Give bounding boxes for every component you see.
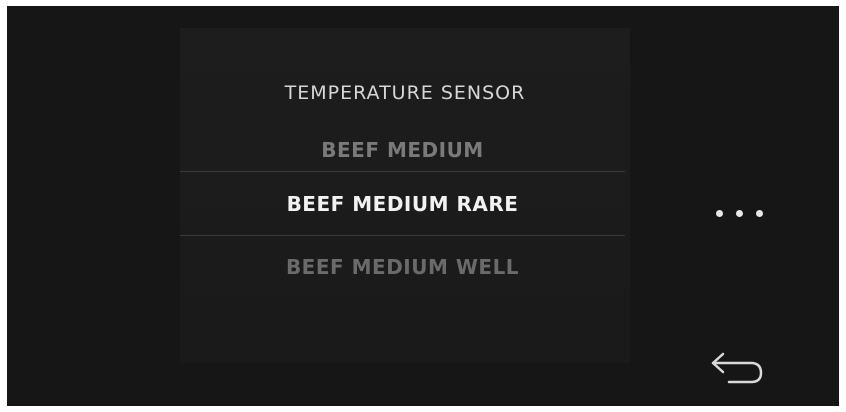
- more-options-button[interactable]: [714, 202, 768, 222]
- option-list: BEEF MEDIUM BEEF MEDIUM RARE BEEF MEDIUM…: [180, 128, 625, 302]
- display-screen: TEMPERATURE SENSOR BEEF MEDIUM BEEF MEDI…: [7, 6, 839, 406]
- option-beef-medium[interactable]: BEEF MEDIUM: [180, 128, 625, 172]
- ellipsis-icon: [756, 210, 763, 217]
- ellipsis-icon: [736, 210, 743, 217]
- menu-title: TEMPERATURE SENSOR: [284, 82, 526, 104]
- return-arrow-icon: [711, 352, 763, 384]
- option-beef-medium-rare[interactable]: BEEF MEDIUM RARE: [180, 172, 625, 236]
- menu-panel: TEMPERATURE SENSOR BEEF MEDIUM BEEF MEDI…: [180, 28, 630, 363]
- ellipsis-icon: [716, 210, 723, 217]
- back-button[interactable]: [707, 346, 767, 386]
- option-beef-medium-well[interactable]: BEEF MEDIUM WELL: [180, 236, 625, 302]
